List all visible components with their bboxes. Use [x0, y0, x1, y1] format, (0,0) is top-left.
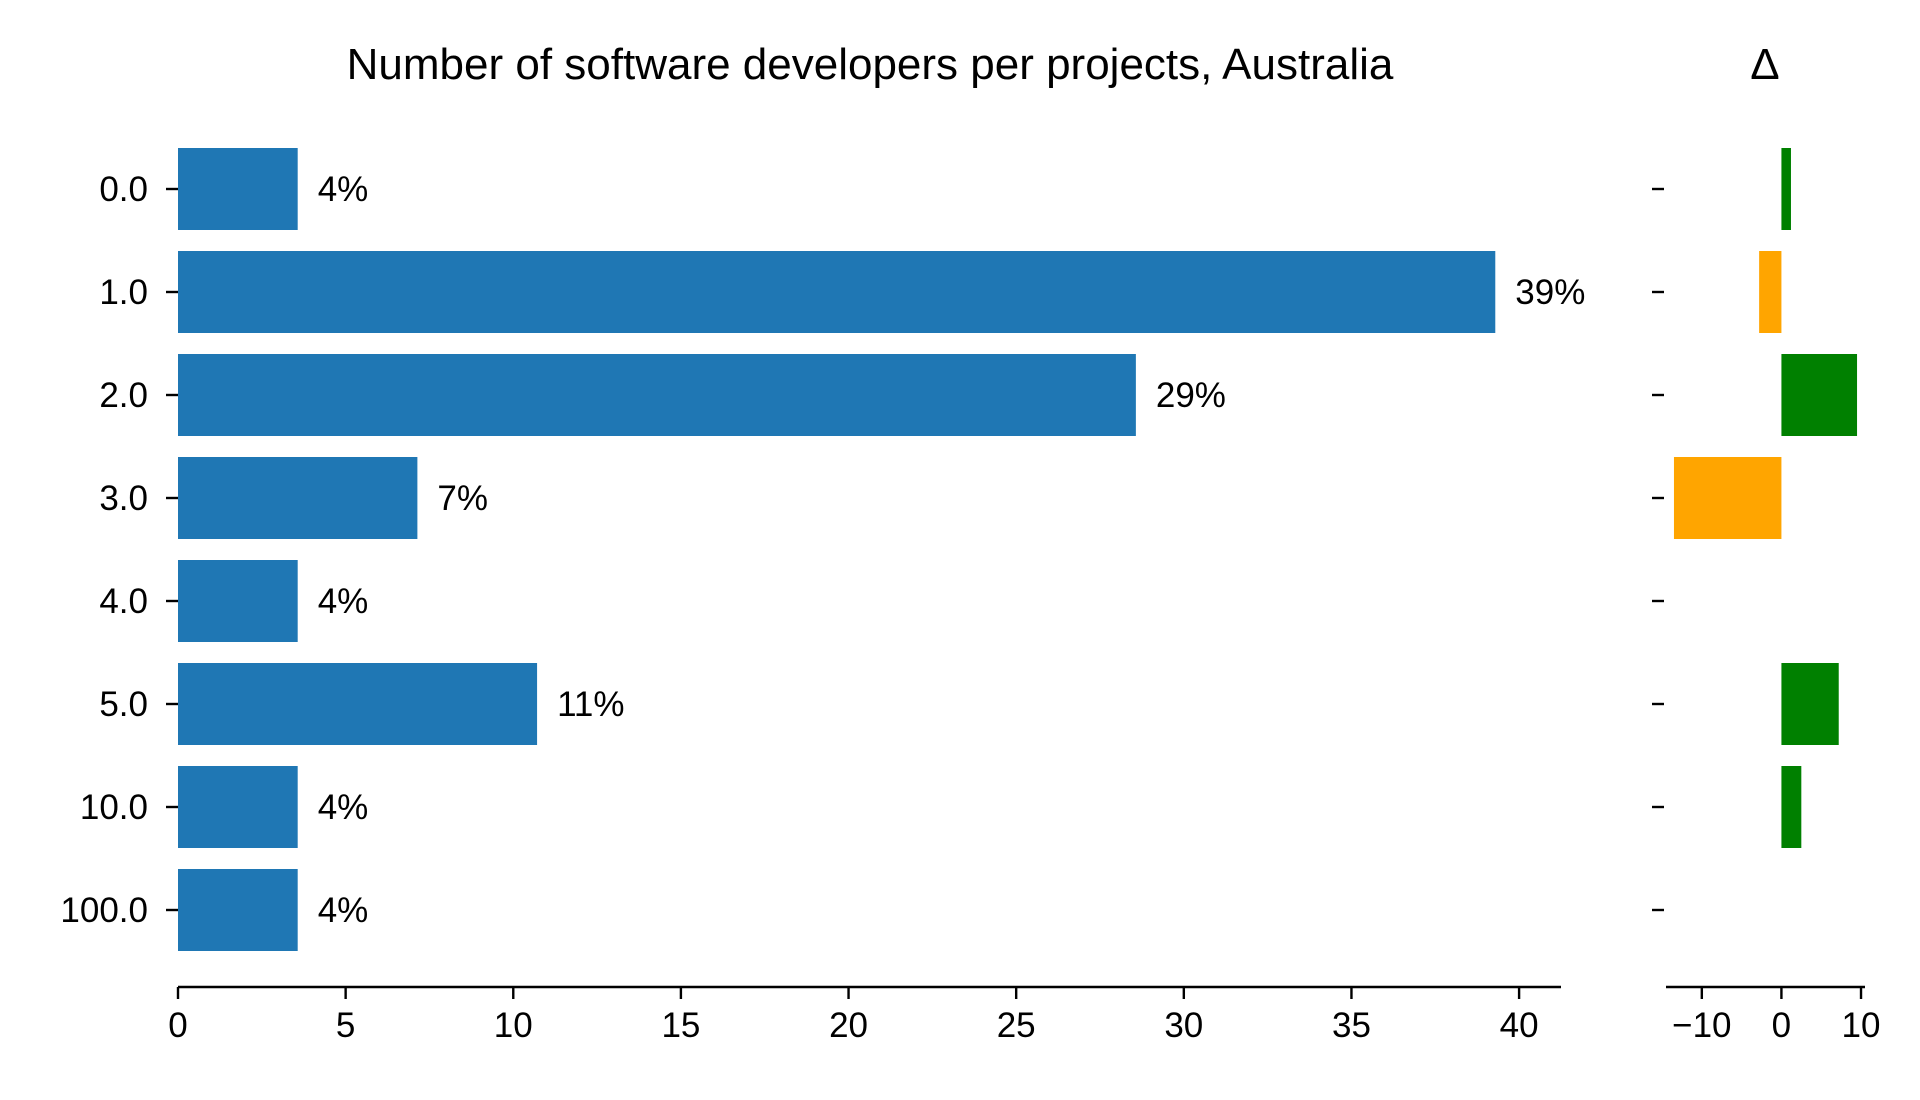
delta-x-tick-label--10: −10 — [1672, 1006, 1731, 1045]
main-chart-title: Number of software developers per projec… — [347, 40, 1394, 89]
y-tick-label-100.0: 100.0 — [60, 891, 148, 930]
data-label-10.0: 4% — [318, 788, 369, 827]
bar-4.0 — [178, 560, 298, 642]
bar-5.0 — [178, 663, 538, 745]
delta-bar-0.0 — [1781, 148, 1791, 230]
y-tick-label-1.0: 1.0 — [99, 273, 148, 312]
y-tick-label-5.0: 5.0 — [99, 685, 148, 724]
x-tick-label-10: 10 — [494, 1006, 533, 1045]
x-tick-label-0: 0 — [168, 1006, 187, 1045]
x-tick-label-30: 30 — [1164, 1006, 1203, 1045]
delta-bar-1.0 — [1759, 251, 1782, 333]
bar-10.0 — [178, 766, 298, 848]
x-tick-label-25: 25 — [997, 1006, 1036, 1045]
y-tick-label-2.0: 2.0 — [99, 376, 148, 415]
x-tick-label-5: 5 — [336, 1006, 355, 1045]
x-tick-label-35: 35 — [1332, 1006, 1371, 1045]
x-tick-label-40: 40 — [1500, 1006, 1539, 1045]
delta-x-tick-label-0: 0 — [1772, 1006, 1791, 1045]
y-tick-label-4.0: 4.0 — [99, 582, 148, 621]
main-bar-panel: 4% 0.0 39% 1.0 29% 2.0 7% 3.0 4% 4.0 11% 5.0 4% 10.0 4… — [60, 148, 1585, 1045]
delta-bar-2.0 — [1781, 354, 1858, 436]
delta-x-tick-label-10: 10 — [1842, 1006, 1881, 1045]
y-tick-label-3.0: 3.0 — [99, 479, 148, 518]
chart-canvas: Number of software developers per projec… — [60, 40, 1880, 1045]
y-tick-label-10.0: 10.0 — [80, 788, 148, 827]
bar-0.0 — [178, 148, 298, 230]
y-tick-label-0.0: 0.0 — [99, 170, 148, 209]
delta-bar-panel: −10 0 10 — [1652, 148, 1880, 1045]
data-label-100.0: 4% — [318, 891, 369, 930]
bar-3.0 — [178, 457, 418, 539]
data-label-1.0: 39% — [1515, 273, 1585, 312]
data-label-2.0: 29% — [1156, 376, 1226, 415]
delta-bar-3.0 — [1673, 457, 1782, 539]
data-label-5.0: 11% — [557, 685, 624, 724]
delta-bar-5.0 — [1781, 663, 1839, 745]
data-label-3.0: 7% — [437, 479, 488, 518]
bar-2.0 — [178, 354, 1136, 436]
bar-100.0 — [178, 869, 298, 951]
x-tick-label-20: 20 — [829, 1006, 868, 1045]
data-label-4.0: 4% — [318, 582, 369, 621]
chart-figure: Number of software developers per projec… — [0, 0, 1920, 1100]
data-label-0.0: 4% — [318, 170, 369, 209]
delta-bar-10.0 — [1781, 766, 1802, 848]
x-tick-label-15: 15 — [661, 1006, 700, 1045]
delta-chart-title: Δ — [1750, 40, 1779, 89]
bar-1.0 — [178, 251, 1496, 333]
